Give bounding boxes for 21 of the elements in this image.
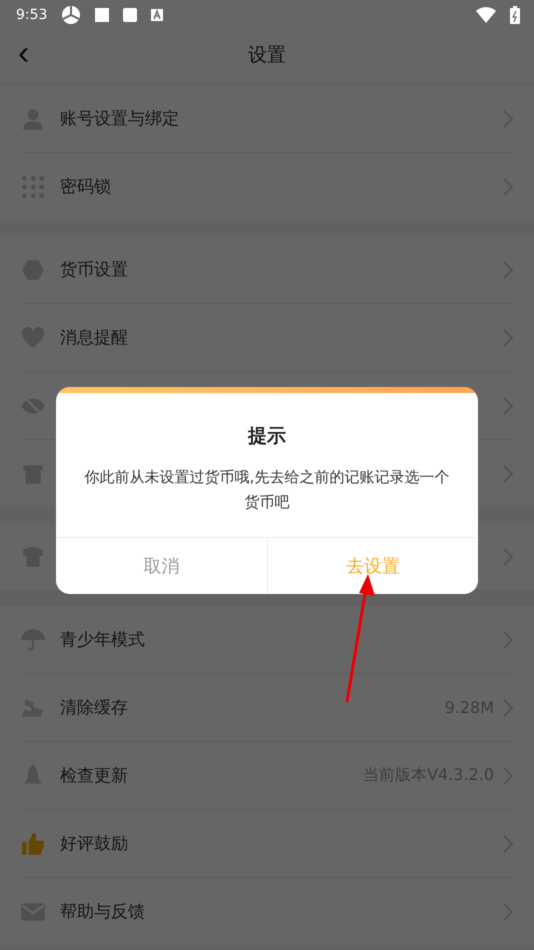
square-icon [123,8,138,22]
row-label: 账号设置与绑定 [60,108,180,130]
row-label: 密码锁 [60,176,112,198]
confirm-button[interactable]: 去设置 [266,538,478,594]
thumbs-up-icon [20,830,46,856]
row-label: 好评鼓励 [60,833,129,855]
dialog-message: 你此前从未设置过货币哦,先去给之前的记账记录选一个货币吧 [84,467,450,513]
dialog-title: 提示 [246,424,287,449]
battery-icon [510,6,520,24]
aperture-icon [61,5,82,25]
page-title: 设置 [248,43,286,68]
square-icon [95,8,110,22]
wifi-icon [476,7,496,23]
row-label: 青少年模式 [60,629,146,651]
row-label: 消息提醒 [60,327,129,349]
back-button[interactable]: ‹ [12,38,36,68]
row-label: 清除缓存 [60,697,129,719]
row-label: 检查更新 [60,765,129,787]
status-time: 9:53 [16,7,48,23]
row-label: 帮助与反馈 [60,901,146,923]
row-label: 货币设置 [60,259,129,281]
